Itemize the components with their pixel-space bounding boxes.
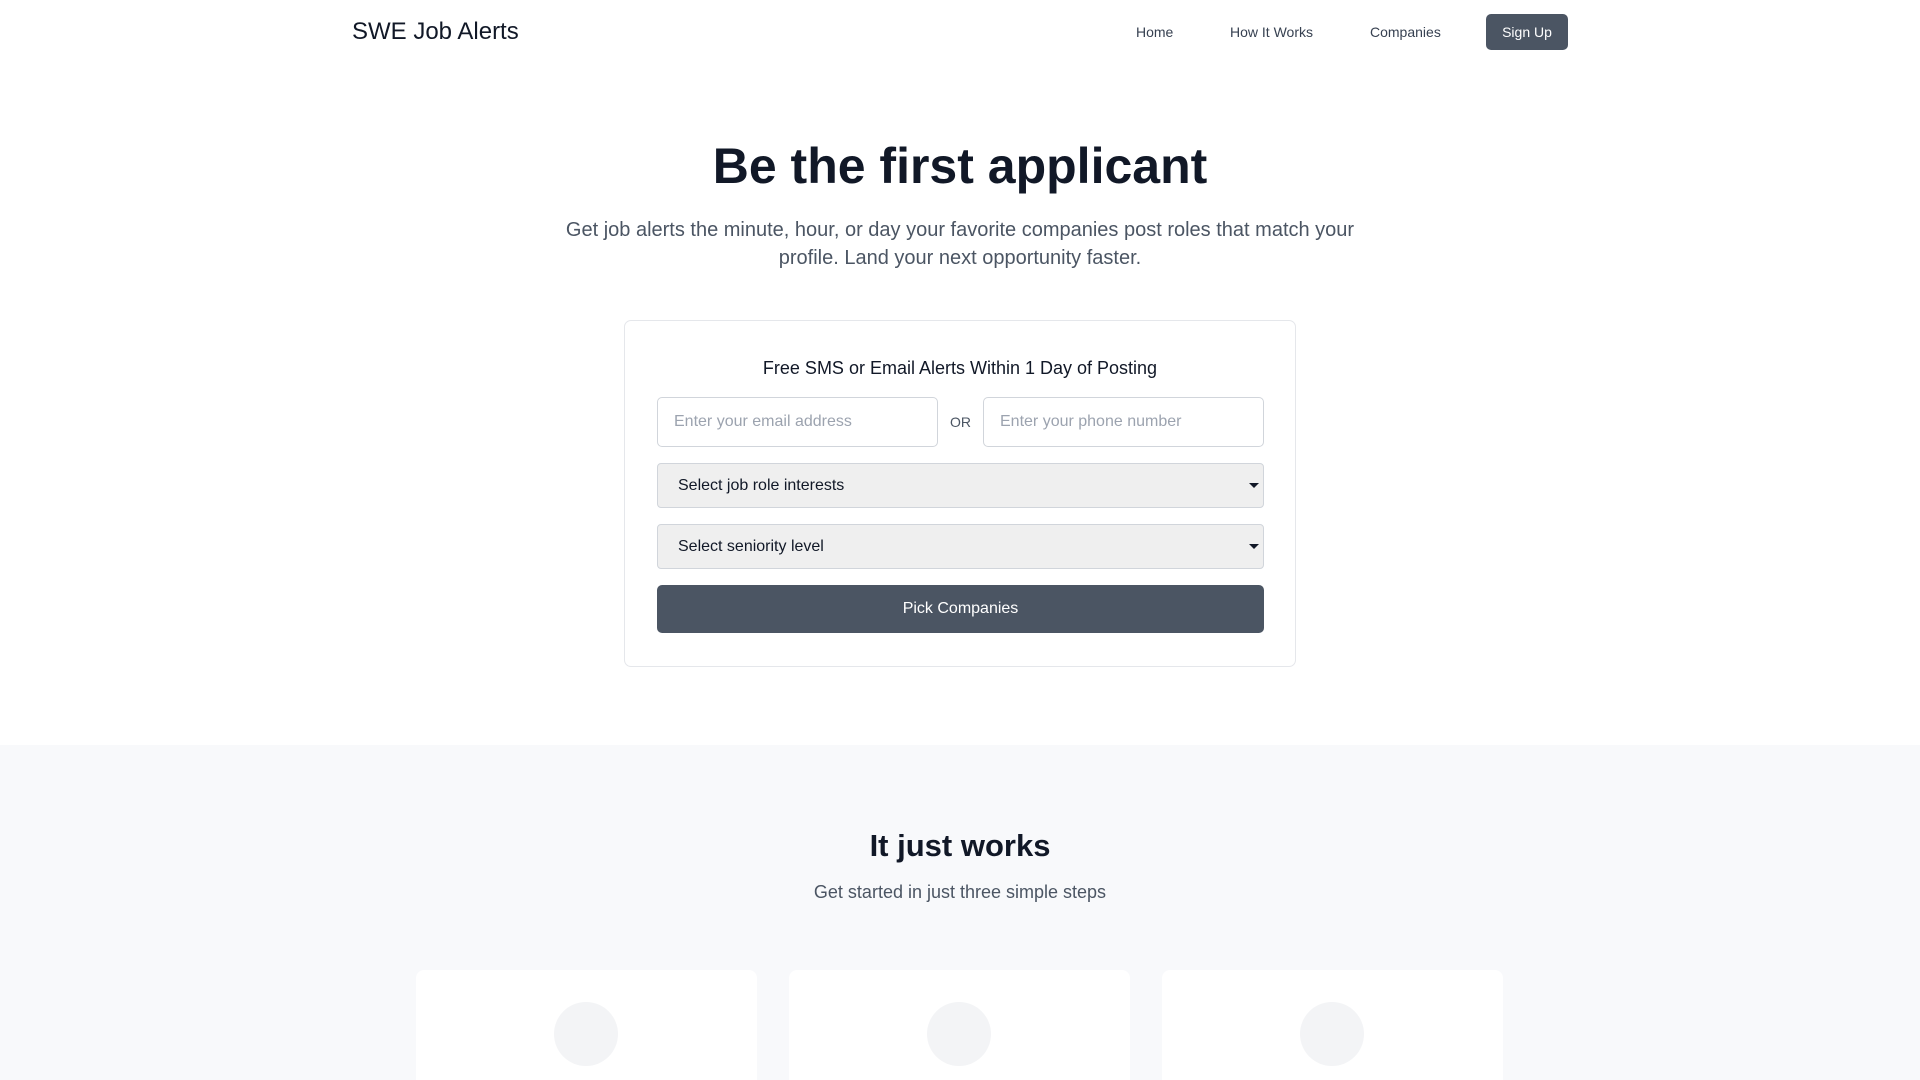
nav-home-link[interactable]: Home (1136, 14, 1173, 50)
nav-companies-link[interactable]: Companies (1370, 14, 1441, 50)
hero-title: Be the first applicant (712, 138, 1208, 194)
seniority-select[interactable]: Select seniority level (657, 524, 1264, 569)
email-input[interactable] (657, 397, 938, 447)
or-separator: OR (950, 414, 971, 430)
signup-card: Free SMS or Email Alerts Within 1 Day of… (624, 320, 1296, 667)
sign-up-button[interactable]: Sign Up (1486, 14, 1568, 50)
how-it-works-subtitle: Get started in just three simple steps (813, 882, 1107, 902)
chevron-down-icon (1249, 483, 1259, 488)
hero-subtitle: Get job alerts the minute, hour, or day … (565, 219, 1355, 269)
step-card (1162, 970, 1503, 1080)
step-card (416, 970, 757, 1080)
signup-card-title: Free SMS or Email Alerts Within 1 Day of… (762, 358, 1158, 378)
brand-logo-text[interactable]: SWE Job Alerts (352, 17, 519, 47)
how-it-works-section: It just works Get started in just three … (0, 745, 1920, 1080)
how-it-works-title: It just works (869, 828, 1051, 863)
phone-input[interactable] (983, 397, 1264, 447)
nav-how-it-works-link[interactable]: How It Works (1230, 14, 1313, 50)
step-icon (554, 1002, 618, 1066)
pick-companies-button[interactable]: Pick Companies (657, 585, 1264, 633)
step-card (789, 970, 1130, 1080)
step-icon (1300, 1002, 1364, 1066)
chevron-down-icon (1249, 544, 1259, 549)
job-role-select-value: Select job role interests (678, 476, 845, 494)
site-header: SWE Job Alerts Home How It Works Compani… (0, 0, 1920, 64)
job-role-select[interactable]: Select job role interests (657, 463, 1264, 508)
step-icon (927, 1002, 991, 1066)
seniority-select-value: Select seniority level (678, 537, 824, 555)
